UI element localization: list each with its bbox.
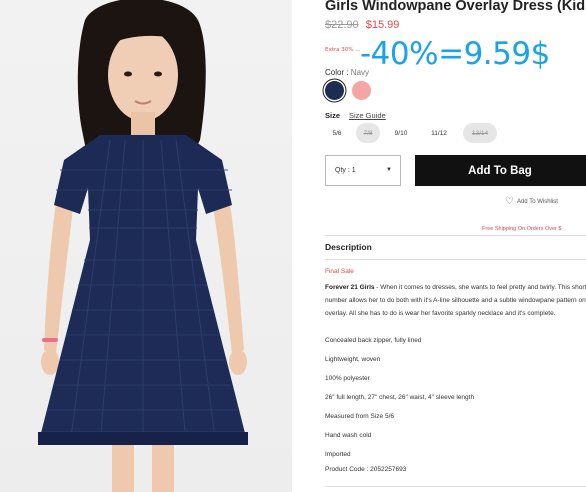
dress-illustration: [38, 0, 248, 492]
price-row: $22.90 $15.99: [325, 19, 399, 31]
quantity-select[interactable]: Qty : 1 ▼: [325, 155, 401, 186]
color-swatch-navy[interactable]: [325, 81, 344, 100]
divider: [325, 486, 586, 487]
heart-icon: ♡: [505, 196, 514, 207]
chevron-down-icon: ▼: [386, 167, 392, 173]
size-guide-link[interactable]: Size Guide: [349, 111, 386, 120]
color-label: Color : Navy: [325, 68, 369, 77]
brand-name: Forever 21 Girls: [325, 284, 375, 291]
add-to-bag-button[interactable]: Add To Bag: [415, 155, 586, 186]
color-label-text: Color :: [325, 68, 349, 77]
add-to-wishlist-link[interactable]: ♡ Add To Wishlist: [505, 197, 558, 207]
wishlist-label: Add To Wishlist: [516, 199, 558, 205]
free-shipping-note[interactable]: Free Shipping On Orders Over $: [482, 226, 561, 232]
detail-line: Imported: [325, 451, 351, 458]
price-annotation-overlay: -40%=9.59$: [360, 36, 550, 72]
color-swatch-pink[interactable]: [352, 81, 371, 100]
detail-line: Hand wash cold: [325, 432, 372, 439]
final-sale-label: Final Sale: [325, 268, 354, 275]
description-heading: Description: [325, 242, 372, 252]
size-option-11-12[interactable]: 11/12: [424, 123, 454, 143]
sale-price: $15.99: [365, 19, 400, 31]
detail-line: Concealed back zipper, fully lined: [325, 337, 422, 344]
product-details-panel: Girls Windowpane Overlay Dress (Kids) $2…: [300, 0, 586, 492]
promo-text: Extra 30% ...: [325, 47, 361, 53]
quantity-value: Qty : 1: [335, 167, 356, 174]
product-code: Product Code : 2052257693: [325, 466, 407, 473]
detail-line: 26" full length, 27" chest, 26" waist, 4…: [325, 394, 475, 401]
product-photo[interactable]: [0, 0, 292, 492]
size-option-9-10[interactable]: 9/10: [388, 123, 414, 143]
product-title: Girls Windowpane Overlay Dress (Kids): [325, 0, 586, 14]
description-body: Forever 21 Girls - When it comes to dres…: [325, 281, 586, 320]
detail-line: Measured from Size 5/6: [325, 413, 395, 420]
size-option-13-14[interactable]: 13/14: [463, 123, 497, 143]
divider: [325, 235, 586, 236]
size-label: Size: [325, 111, 341, 120]
detail-line: Lightweight, woven: [325, 356, 381, 363]
original-price: $22.90: [325, 19, 359, 31]
selected-color-name: Navy: [350, 68, 370, 77]
divider: [325, 259, 586, 260]
size-option-5-6[interactable]: 5/6: [325, 123, 349, 143]
size-option-7-8[interactable]: 7/8: [356, 123, 380, 143]
detail-line: 100% polyester: [325, 375, 370, 382]
